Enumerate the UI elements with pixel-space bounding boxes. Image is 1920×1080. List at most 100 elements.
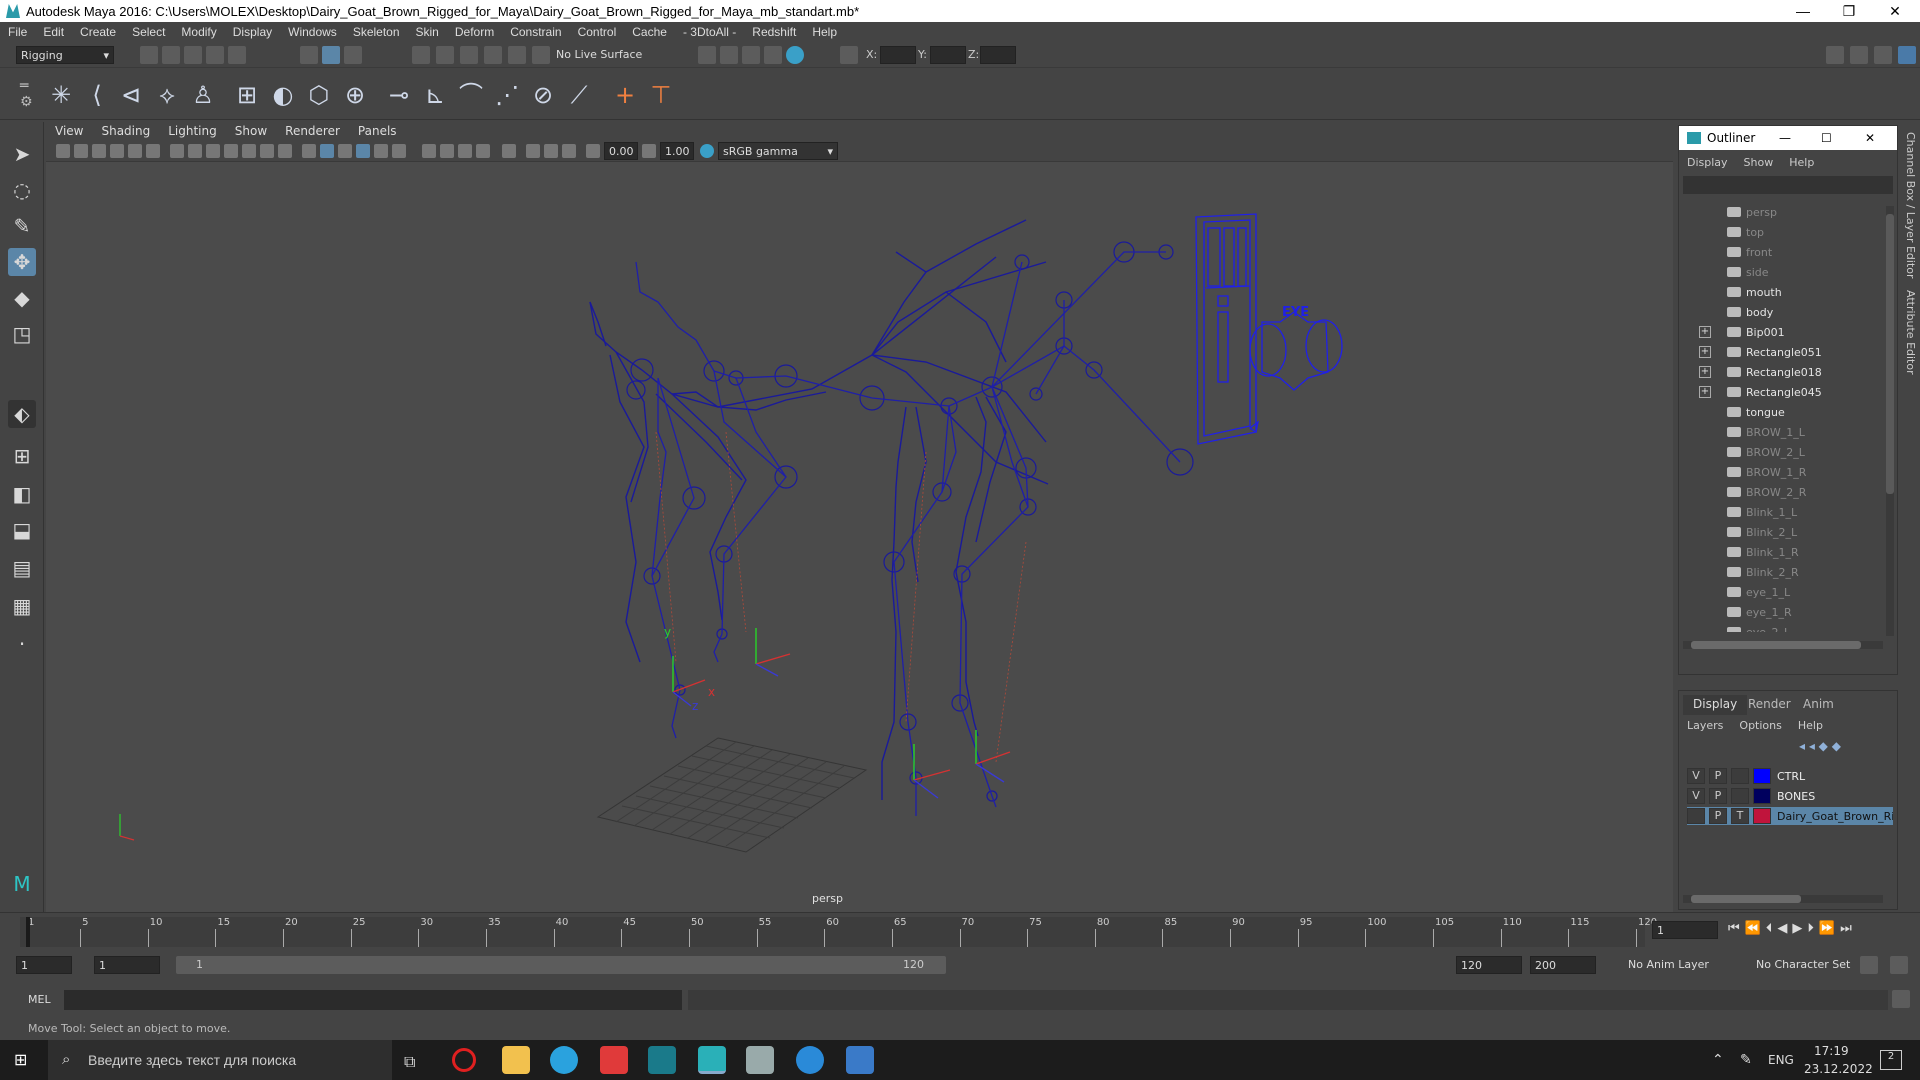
channel-box-tab[interactable]: Channel Box / Layer Editor: [1904, 132, 1917, 279]
anim-layer-dropdown[interactable]: No Anim Layer: [1628, 958, 1709, 971]
menu-file[interactable]: File: [0, 25, 35, 39]
snap-grid-icon[interactable]: [412, 46, 430, 64]
current-frame-field[interactable]: 1: [1652, 921, 1718, 939]
grid-toggle-icon[interactable]: [170, 144, 184, 158]
end-time-field[interactable]: 200: [1530, 956, 1596, 974]
outliner-item[interactable]: BROW_1_R: [1679, 462, 1879, 482]
lattice-icon[interactable]: ⬡: [304, 80, 334, 110]
outliner-item[interactable]: Blink_2_R: [1679, 562, 1879, 582]
select-hierarchy-icon[interactable]: [300, 46, 318, 64]
anti-aliasing-icon[interactable]: [458, 144, 472, 158]
parent-constraint-icon[interactable]: ⊤: [646, 80, 676, 110]
textured-icon[interactable]: [356, 144, 370, 158]
playback-start-field[interactable]: 1: [94, 956, 160, 974]
outliner-item[interactable]: tongue: [1679, 402, 1879, 422]
start-time-field[interactable]: 1: [16, 956, 72, 974]
move-tool-icon[interactable]: ✥: [8, 248, 36, 276]
notifications-icon[interactable]: 2: [1880, 1050, 1902, 1070]
language-indicator[interactable]: ENG: [1768, 1053, 1794, 1067]
exposure-icon[interactable]: [586, 144, 600, 158]
new-scene-icon[interactable]: [140, 46, 158, 64]
outliner-item[interactable]: eye_2_L: [1679, 622, 1879, 632]
menu-3dtoall[interactable]: - 3DtoAll -: [675, 25, 744, 39]
tray-chevron-icon[interactable]: ⌃: [1712, 1052, 1724, 1068]
attribute-editor-tab[interactable]: Attribute Editor: [1904, 290, 1917, 375]
mirror-joint-icon[interactable]: ⊲: [116, 80, 146, 110]
maya-active-icon[interactable]: [698, 1046, 726, 1074]
outliner-item[interactable]: front: [1679, 242, 1879, 262]
layer-visibility-toggle[interactable]: [1687, 808, 1705, 824]
snap-point-icon[interactable]: [460, 46, 478, 64]
layer-tab-render[interactable]: Render: [1738, 695, 1801, 715]
y-field[interactable]: [930, 46, 966, 64]
joint-tool-icon[interactable]: ✳: [46, 80, 76, 110]
layer-action-icons[interactable]: ◂ ◂ ◆ ◆: [1799, 739, 1893, 755]
hypershade-layout-icon[interactable]: ▤: [8, 554, 36, 582]
select-object-icon[interactable]: [322, 46, 340, 64]
pen-icon[interactable]: ✎: [1740, 1052, 1752, 1068]
layer-editor-icon[interactable]: [1898, 46, 1916, 64]
script-language-label[interactable]: MEL: [28, 993, 51, 1006]
wire-deformer-icon[interactable]: ⊕: [340, 80, 370, 110]
color-management-icon[interactable]: [700, 144, 714, 158]
layer-type-toggle[interactable]: T: [1731, 808, 1749, 824]
outliner-item[interactable]: + Rectangle018: [1679, 362, 1879, 382]
screen-space-ao-icon[interactable]: [422, 144, 436, 158]
outliner-menu-display[interactable]: Display: [1679, 154, 1736, 172]
maximize-button[interactable]: ❐: [1826, 0, 1872, 22]
select-tool-icon[interactable]: ➤: [8, 140, 36, 168]
edge-icon[interactable]: [796, 1046, 824, 1074]
menu-create[interactable]: Create: [72, 25, 124, 39]
close-icon[interactable]: ✕: [1865, 131, 1875, 145]
animation-preferences-icon[interactable]: [1890, 956, 1908, 974]
outliner-item[interactable]: side: [1679, 262, 1879, 282]
outliner-item[interactable]: + Rectangle051: [1679, 342, 1879, 362]
telegram-icon[interactable]: [550, 1046, 578, 1074]
panel-menu-view[interactable]: View: [46, 124, 92, 138]
layer-menu-layers[interactable]: Layers: [1679, 719, 1731, 735]
menu-control[interactable]: Control: [570, 25, 625, 39]
windows-start-icon[interactable]: ⊞: [14, 1052, 30, 1068]
layer-playback-toggle[interactable]: P: [1709, 808, 1727, 824]
gamma-field[interactable]: 1.00: [660, 142, 694, 160]
motion-blur-icon[interactable]: [440, 144, 454, 158]
live-surface-label[interactable]: No Live Surface: [552, 46, 647, 64]
app-icon[interactable]: [746, 1046, 774, 1074]
layer-visibility-toggle[interactable]: V: [1687, 788, 1705, 804]
open-scene-icon[interactable]: [162, 46, 180, 64]
panel-menu-shading[interactable]: Shading: [92, 124, 159, 138]
four-view-layout-icon[interactable]: ⊞: [8, 442, 36, 470]
menu-modify[interactable]: Modify: [173, 25, 224, 39]
outliner-item[interactable]: BROW_2_R: [1679, 482, 1879, 502]
humanik-icon[interactable]: ♙: [188, 80, 218, 110]
layer-playback-toggle[interactable]: P: [1709, 768, 1727, 784]
panel-menu-show[interactable]: Show: [226, 124, 276, 138]
outliner-horizontal-scrollbar[interactable]: [1683, 641, 1883, 649]
z-field[interactable]: [980, 46, 1016, 64]
modeling-toolkit-icon[interactable]: [1826, 46, 1844, 64]
menu-set-dropdown[interactable]: Rigging ▾: [16, 46, 114, 64]
render-view-icon[interactable]: [786, 46, 804, 64]
render-frame-icon[interactable]: [698, 46, 716, 64]
outliner-item[interactable]: + Bip001: [1679, 322, 1879, 342]
menu-display[interactable]: Display: [225, 25, 280, 39]
outliner-item[interactable]: body: [1679, 302, 1879, 322]
gamma-icon[interactable]: [642, 144, 656, 158]
maximize-icon[interactable]: ☐: [1821, 131, 1832, 145]
xray-joints-icon[interactable]: [544, 144, 558, 158]
layer-type-toggle[interactable]: [1731, 788, 1749, 804]
clock-time[interactable]: 17:19: [1814, 1044, 1849, 1058]
menu-redshift[interactable]: Redshift: [744, 25, 804, 39]
menu-edit[interactable]: Edit: [35, 25, 72, 39]
2d-pan-zoom-icon[interactable]: [128, 144, 142, 158]
playback-controls[interactable]: ⏮⏪⏴◀▶⏵⏩⏭: [1728, 921, 1914, 939]
depth-of-field-icon[interactable]: [476, 144, 490, 158]
shelf-menu-icon[interactable]: ═ ⚙: [20, 78, 34, 112]
safe-action-icon[interactable]: [260, 144, 274, 158]
layer-type-toggle[interactable]: [1731, 768, 1749, 784]
smooth-shade-icon[interactable]: [320, 144, 334, 158]
xray-components-icon[interactable]: [562, 144, 576, 158]
panel-menu-lighting[interactable]: Lighting: [159, 124, 226, 138]
outliner-item[interactable]: Blink_1_R: [1679, 542, 1879, 562]
outliner-item[interactable]: BROW_2_L: [1679, 442, 1879, 462]
